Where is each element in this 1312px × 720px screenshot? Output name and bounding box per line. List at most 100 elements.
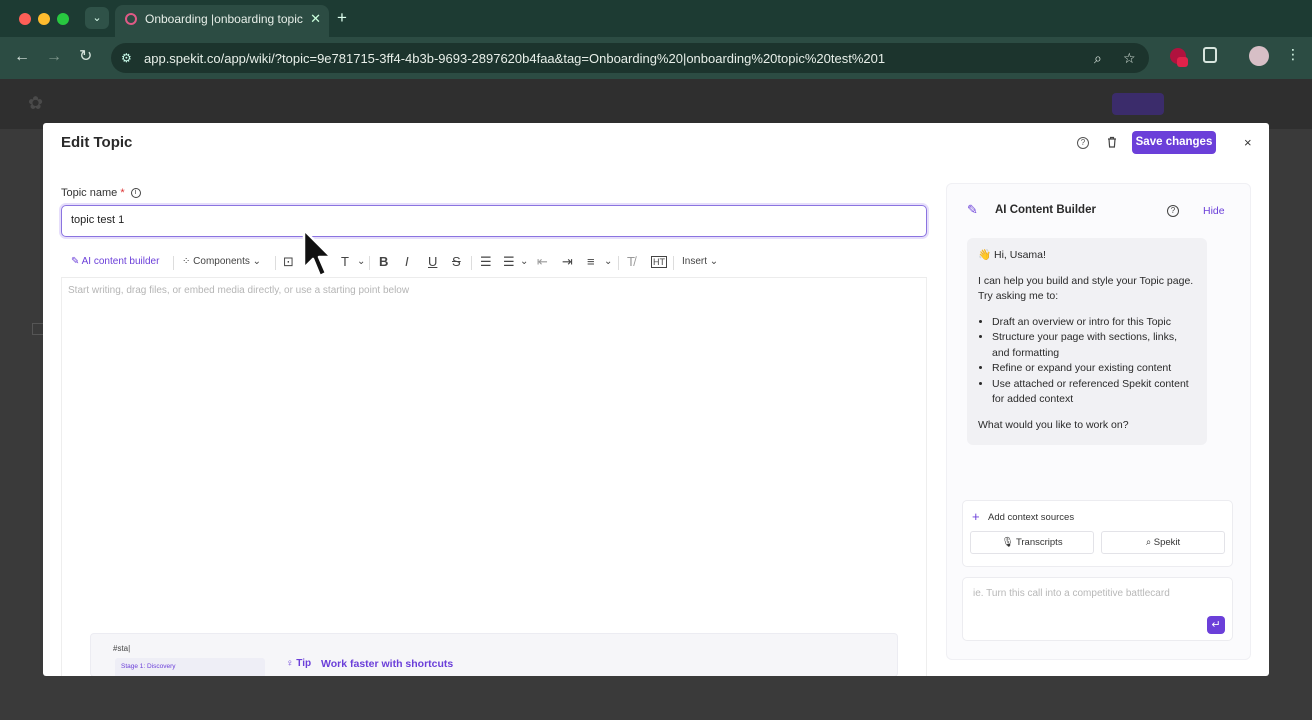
browser-tab-active[interactable]: Onboarding |onboarding topic ✕ (115, 5, 329, 37)
chevron-down-icon[interactable]: ⌄ (520, 256, 528, 267)
toolbar-divider (673, 256, 674, 270)
chat-message: 👋 Hi, Usama! I can help you build and st… (967, 238, 1207, 445)
insert-dropdown[interactable]: Insert ⌄ (682, 256, 718, 267)
mouse-cursor-icon (302, 228, 333, 278)
back-arrow-icon[interactable]: ← (14, 48, 30, 66)
url-text[interactable]: app.spekit.co/app/wiki/?topic=9e781715-3… (144, 51, 885, 66)
info-icon[interactable]: i (130, 188, 141, 199)
magic-wand-icon: ✎ (71, 256, 80, 267)
close-icon[interactable]: × (1244, 135, 1252, 150)
prompt-input[interactable]: ie. Turn this call into a competitive ba… (962, 577, 1233, 641)
site-info-icon[interactable]: ⚙ (121, 51, 135, 65)
toolbar-divider (173, 256, 174, 270)
modal-title: Edit Topic (61, 134, 133, 151)
chevron-down-icon: ⌄ (709, 256, 719, 267)
hide-button[interactable]: Hide (1203, 205, 1225, 217)
chat-question: What would you like to work on? (978, 418, 1129, 431)
ai-content-builder-panel: ✎ AI Content Builder ? Hide 👋 Hi, Usama!… (946, 183, 1251, 660)
app-new-button (1112, 93, 1164, 115)
zoom-icon[interactable]: ⌕ (1094, 50, 1102, 67)
italic-icon[interactable]: I (405, 254, 409, 269)
suggestion-item: Refine or expand your existing content (992, 361, 1196, 377)
save-changes-button[interactable]: Save changes (1132, 131, 1216, 154)
toolbar-divider (369, 256, 370, 270)
numbered-list-icon[interactable]: ☰ (503, 254, 515, 270)
html-embed-icon[interactable]: HT (651, 256, 667, 268)
add-context-sources[interactable]: Add context sources (988, 512, 1074, 523)
toolbar-divider (471, 256, 472, 270)
tip-stage: Stage 1: Discovery (121, 663, 176, 670)
edit-topic-modal: Edit Topic ? Save changes × Topic name *… (43, 123, 1269, 676)
clear-format-icon[interactable]: T̸ (627, 254, 635, 269)
required-mark: * (120, 187, 125, 199)
tab-title: Onboarding |onboarding topic (145, 12, 303, 26)
tip-snippet: #sta| (113, 644, 131, 653)
toolbar-divider (275, 256, 276, 270)
tab-search-button[interactable]: ⌄ (85, 7, 109, 29)
browser-menu-icon[interactable]: ⋮ (1286, 46, 1300, 63)
magic-wand-icon: ✎ (967, 202, 978, 217)
spekit-favicon-icon (125, 13, 137, 25)
modal-header: Edit Topic ? Save changes × (43, 123, 1269, 163)
text-style-icon[interactable]: T (341, 254, 349, 269)
microphone-icon: 🎙 (1001, 537, 1014, 548)
forward-arrow-icon[interactable]: → (46, 48, 62, 66)
reload-icon[interactable]: ↻ (79, 48, 92, 66)
suggestion-item: Structure your page with sections, links… (992, 330, 1196, 361)
components-dropdown[interactable]: ⁘ Components ⌄ (182, 256, 261, 267)
topic-name-input[interactable]: topic test 1 (61, 205, 927, 237)
toolbar-divider (618, 256, 619, 270)
app-logo: ✿ (28, 93, 44, 113)
browser-tab-bar: ⌄ Onboarding |onboarding topic ✕ + (0, 0, 1312, 37)
bold-icon[interactable]: B (379, 254, 388, 269)
context-sources-box: + Add context sources 🎙 Transcripts ⌕ Sp… (962, 500, 1233, 567)
bullet-list-icon[interactable]: ☰ (480, 254, 492, 270)
insert-label: Insert (682, 256, 708, 267)
maximize-window-button[interactable] (57, 13, 69, 25)
extensions-puzzle-icon[interactable] (1203, 47, 1217, 63)
search-icon: ⌕ (1145, 537, 1152, 548)
prompt-placeholder: ie. Turn this call into a competitive ba… (973, 588, 1170, 599)
tip-card: #sta| Stage 1: Discovery ♀ Tip Work fast… (90, 633, 898, 676)
browser-toolbar: ← → ↻ ⚙ app.spekit.co/app/wiki/?topic=9e… (0, 37, 1312, 79)
spekit-search-button[interactable]: ⌕ Spekit (1101, 531, 1225, 554)
trash-icon[interactable] (1107, 136, 1117, 148)
topic-name-label: Topic name * i (61, 187, 141, 199)
spekit-label: Spekit (1153, 537, 1181, 548)
variables-icon[interactable]: ⊡ (283, 254, 294, 270)
tip-label-text: Tip (296, 658, 312, 669)
help-icon[interactable]: ? (1167, 205, 1179, 217)
components-label: Components (193, 256, 250, 267)
align-icon[interactable]: ≡ (587, 254, 595, 269)
editor-toolbar: ✎ AI content builder ⁘ Components ⌄ ⊡ T … (61, 248, 927, 278)
transcripts-button[interactable]: 🎙 Transcripts (970, 531, 1094, 554)
chevron-down-icon[interactable]: ⌄ (357, 256, 365, 267)
underline-icon[interactable]: U (428, 254, 437, 269)
send-icon[interactable]: ↵ (1207, 616, 1225, 634)
help-icon[interactable]: ? (1077, 137, 1089, 149)
tip-text: Work faster with shortcuts (321, 658, 454, 670)
components-icon: ⁘ (182, 256, 191, 267)
minimize-window-button[interactable] (38, 13, 50, 25)
plus-icon[interactable]: + (972, 509, 980, 524)
address-bar[interactable]: ⚙ app.spekit.co/app/wiki/?topic=9e781715… (111, 43, 1149, 73)
suggestion-item: Use attached or referenced Spekit conten… (992, 377, 1196, 408)
tip-label: ♀ Tip (286, 658, 311, 669)
ai-panel-title: AI Content Builder (995, 204, 1096, 216)
profile-avatar[interactable] (1249, 46, 1269, 66)
strikethrough-icon[interactable]: S (452, 254, 461, 269)
suggestion-item: Draft an overview or intro for this Topi… (992, 315, 1196, 331)
chat-greeting: 👋 Hi, Usama! (978, 249, 1046, 261)
ai-content-builder-label: AI content builder (81, 256, 160, 267)
chevron-down-icon: ⌄ (252, 256, 262, 267)
editor-placeholder: Start writing, drag files, or embed medi… (68, 285, 410, 296)
outdent-icon[interactable]: ⇤ (537, 254, 548, 270)
tab-close-icon[interactable]: ✕ (310, 5, 321, 33)
chevron-down-icon[interactable]: ⌄ (604, 256, 612, 267)
indent-icon[interactable]: ⇥ (562, 254, 573, 270)
editor-content-area[interactable]: Start writing, drag files, or embed medi… (61, 278, 927, 676)
ai-content-builder-button[interactable]: ✎ AI content builder (71, 256, 159, 267)
close-window-button[interactable] (19, 13, 31, 25)
bookmark-star-icon[interactable]: ☆ (1123, 50, 1136, 67)
new-tab-button[interactable]: + (337, 8, 347, 28)
